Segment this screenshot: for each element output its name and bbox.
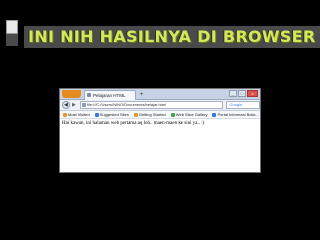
bookmark-most-visited[interactable]: Most Visited bbox=[63, 112, 90, 118]
slide-decor-square bbox=[6, 20, 18, 34]
window-controls: _ □ x bbox=[229, 90, 258, 98]
maximize-button[interactable]: □ bbox=[238, 90, 246, 97]
firefox-menu-icon[interactable] bbox=[62, 90, 81, 98]
bookmark-getting-started[interactable]: Getting Started bbox=[133, 111, 166, 118]
forward-arrow-icon[interactable]: ▶ bbox=[71, 102, 77, 108]
page-content: Hai kawan, ini halaman web pertama aq lo… bbox=[62, 121, 205, 126]
bookmark-icon bbox=[212, 112, 217, 117]
bookmark-portal-informasi[interactable]: Portal Informasi Bokk... bbox=[212, 111, 259, 118]
close-button[interactable]: x bbox=[247, 90, 258, 97]
minimize-button[interactable]: _ bbox=[229, 90, 237, 97]
tab-pelajaran-html[interactable]: Pelajaran HTML bbox=[84, 90, 136, 100]
bookmarks-bar: Most Visited Suggested Sites Getting Sta… bbox=[60, 111, 260, 119]
tab-label: Pelajaran HTML bbox=[93, 93, 126, 98]
bookmark-label: Portal Informasi Bokk... bbox=[217, 111, 259, 117]
bookmark-label: Most Visited bbox=[68, 111, 90, 117]
slide-title: INI NIH HASILNYA DI BROWSER bbox=[28, 27, 316, 46]
navigation-bar: ◀ ▶ file:///C:/Users/NINO/Documents/bela… bbox=[60, 100, 261, 111]
bookmark-icon bbox=[94, 112, 99, 117]
browser-window: Pelajaran HTML + _ □ x ◀ ▶ file:///C:/Us… bbox=[59, 88, 261, 173]
new-tab-button[interactable]: + bbox=[138, 91, 145, 99]
bookmark-icon bbox=[133, 112, 138, 117]
bookmark-label: Web Slice Gallery bbox=[175, 111, 208, 117]
tab-bar: Pelajaran HTML + _ □ x bbox=[60, 89, 260, 100]
bookmark-label: Suggested Sites bbox=[99, 111, 129, 117]
search-input[interactable]: Google bbox=[226, 101, 261, 109]
url-text: file:///C:/Users/NINO/Documents/belajar.… bbox=[86, 102, 167, 107]
page-icon bbox=[87, 93, 91, 97]
bookmark-web-slice-gallery[interactable]: Web Slice Gallery bbox=[170, 111, 208, 118]
bookmark-label: Getting Started bbox=[138, 111, 166, 117]
back-arrow-icon[interactable]: ◀ bbox=[62, 101, 70, 109]
bookmark-suggested-sites[interactable]: Suggested Sites bbox=[94, 111, 129, 118]
bookmark-icon bbox=[170, 112, 175, 117]
slide-decor-square-dark bbox=[6, 34, 18, 46]
bookmark-icon bbox=[63, 112, 67, 117]
page-icon bbox=[81, 103, 86, 107]
address-bar[interactable]: file:///C:/Users/NINO/Documents/belajar.… bbox=[79, 101, 224, 109]
